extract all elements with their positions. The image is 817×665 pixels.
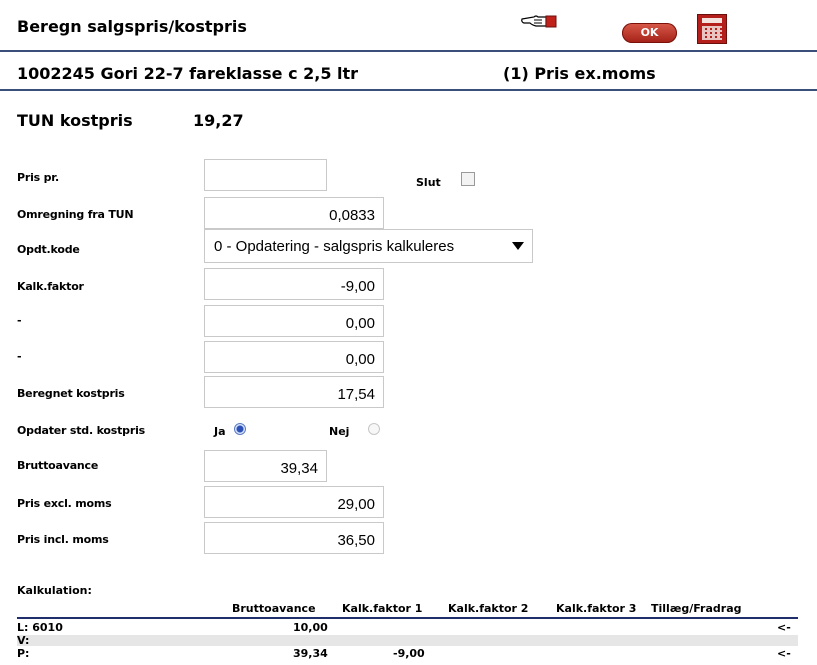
slut-checkbox[interactable] — [461, 172, 475, 186]
calculator-icon[interactable] — [697, 14, 727, 44]
chevron-down-icon[interactable] — [512, 242, 524, 250]
tun-kostpris-value: 19,27 — [193, 111, 244, 130]
pris-excl-label: Pris excl. moms — [17, 497, 112, 510]
col-kalk-faktor-2: Kalk.faktor 2 — [448, 602, 529, 615]
pris-excl-input[interactable]: 29,00 — [204, 486, 384, 518]
dash-label-1: - — [17, 314, 22, 327]
beregnet-kostpris-input[interactable]: 17,54 — [204, 376, 384, 408]
row-label: V: — [17, 634, 30, 647]
col-kalk-faktor-3: Kalk.faktor 3 — [556, 602, 637, 615]
pris-incl-label: Pris incl. moms — [17, 533, 109, 546]
pris-pr-label: Pris pr. — [17, 171, 59, 184]
kalkulation-title: Kalkulation: — [17, 584, 92, 597]
kalk-faktor-input[interactable]: -9,00 — [204, 268, 384, 300]
col-kalk-faktor-1: Kalk.faktor 1 — [342, 602, 423, 615]
price-type-label: (1) Pris ex.moms — [503, 64, 656, 83]
item-description: 1002245 Gori 22-7 fareklasse c 2,5 ltr — [17, 64, 359, 83]
beregnet-kostpris-label: Beregnet kostpris — [17, 387, 125, 400]
row-bruttoavance: 39,34 — [293, 647, 328, 660]
kalk-faktor-label: Kalk.faktor — [17, 280, 84, 293]
opdt-kode-selected: 0 - Opdatering - salgspris kalkuleres — [214, 238, 455, 255]
pointing-hand-icon[interactable] — [520, 12, 560, 30]
item-divider — [0, 89, 817, 91]
pris-pr-input[interactable] — [204, 159, 327, 191]
table-row: L: 6010 10,00 <- — [17, 621, 798, 634]
opdt-kode-label: Opdt.kode — [17, 243, 80, 256]
ja-label: Ja — [214, 425, 226, 438]
nej-radio[interactable] — [368, 423, 380, 435]
dash-label-2: - — [17, 350, 22, 363]
ja-radio[interactable] — [234, 423, 246, 435]
pris-incl-input[interactable]: 36,50 — [204, 522, 384, 554]
slut-label: Slut — [416, 176, 441, 189]
row-arrow[interactable]: <- — [777, 647, 791, 660]
table-row: P: 39,34 -9,00 <- — [17, 647, 798, 660]
dash-input-2[interactable]: 0,00 — [204, 341, 384, 373]
col-tillaeg-fradrag: Tillæg/Fradrag — [651, 602, 742, 615]
col-bruttoavance: Bruttoavance — [232, 602, 316, 615]
row-bruttoavance: 10,00 — [293, 621, 328, 634]
header-divider — [0, 50, 817, 52]
table-row: V: — [17, 634, 798, 647]
bruttoavance-input[interactable]: 39,34 — [204, 450, 327, 482]
nej-label: Nej — [329, 425, 350, 438]
row-label: L: 6010 — [17, 621, 63, 634]
page-title: Beregn salgspris/kostpris — [17, 17, 247, 36]
dash-input-1[interactable]: 0,00 — [204, 305, 384, 337]
opdt-kode-select[interactable]: 0 - Opdatering - salgspris kalkuleres — [204, 229, 533, 263]
omregning-input[interactable]: 0,0833 — [204, 197, 384, 229]
omregning-label: Omregning fra TUN — [17, 208, 134, 221]
row-kalk-faktor-1: -9,00 — [393, 647, 425, 660]
ok-button[interactable]: OK — [622, 23, 677, 43]
kalkulation-divider — [17, 617, 798, 619]
tun-kostpris-label: TUN kostpris — [17, 111, 133, 130]
row-arrow[interactable]: <- — [777, 621, 791, 634]
opdater-std-label: Opdater std. kostpris — [17, 424, 145, 437]
row-label: P: — [17, 647, 30, 660]
bruttoavance-label: Bruttoavance — [17, 459, 99, 472]
